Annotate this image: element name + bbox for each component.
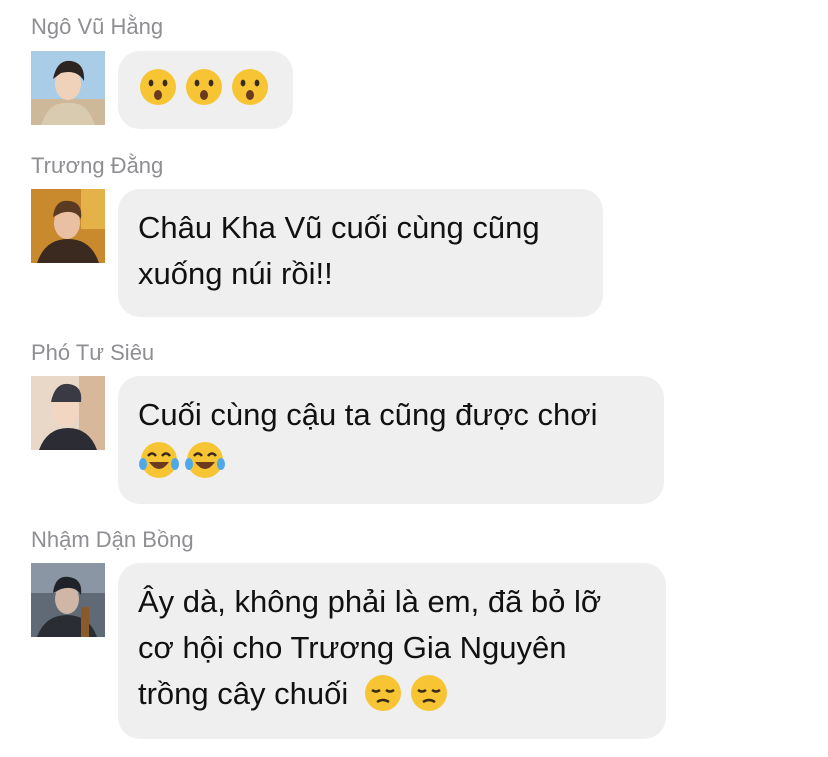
message-bubble[interactable]: [118, 51, 293, 129]
emoji-row: [138, 438, 644, 484]
hushed-face-emoji: [184, 67, 224, 107]
sender-name: Nhậm Dận Bồng: [31, 527, 194, 552]
message-bubble[interactable]: Cuối cùng cậu ta cũng được chơi: [118, 376, 664, 504]
message-text-line: xuống núi rồi!!: [138, 256, 333, 291]
message-text-line: Ây dà, không phải là em, đã bỏ lỡ: [138, 584, 602, 619]
sender-name: Ngô Vũ Hằng: [31, 14, 164, 39]
pensive-face-emoji: [363, 673, 403, 713]
avatar[interactable]: [31, 563, 105, 637]
message-bubble[interactable]: Ây dà, không phải là em, đã bỏ lỡ cơ hội…: [118, 563, 666, 739]
avatar[interactable]: [31, 51, 105, 125]
tears-of-joy-emoji: [138, 440, 180, 480]
hushed-face-emoji: [138, 67, 178, 107]
message-text-line: trồng cây chuối: [138, 671, 646, 717]
message-text: trồng cây chuối: [138, 676, 349, 711]
message-bubble[interactable]: Châu Kha Vũ cuối cùng cũng xuống núi rồi…: [118, 189, 603, 317]
emoji-row: [138, 65, 273, 111]
sender-name: Phó Tư Siêu: [31, 340, 155, 365]
message-text-line: Châu Kha Vũ cuối cùng cũng: [138, 210, 540, 245]
tears-of-joy-emoji: [184, 440, 226, 480]
message-text-line: Cuối cùng cậu ta cũng được chơi: [138, 397, 598, 432]
avatar[interactable]: [31, 376, 105, 450]
message-text-line: cơ hội cho Trương Gia Nguyên: [138, 630, 567, 665]
hushed-face-emoji: [230, 67, 270, 107]
pensive-face-emoji: [409, 673, 449, 713]
avatar[interactable]: [31, 189, 105, 263]
sender-name: Trương Đằng: [31, 153, 164, 178]
